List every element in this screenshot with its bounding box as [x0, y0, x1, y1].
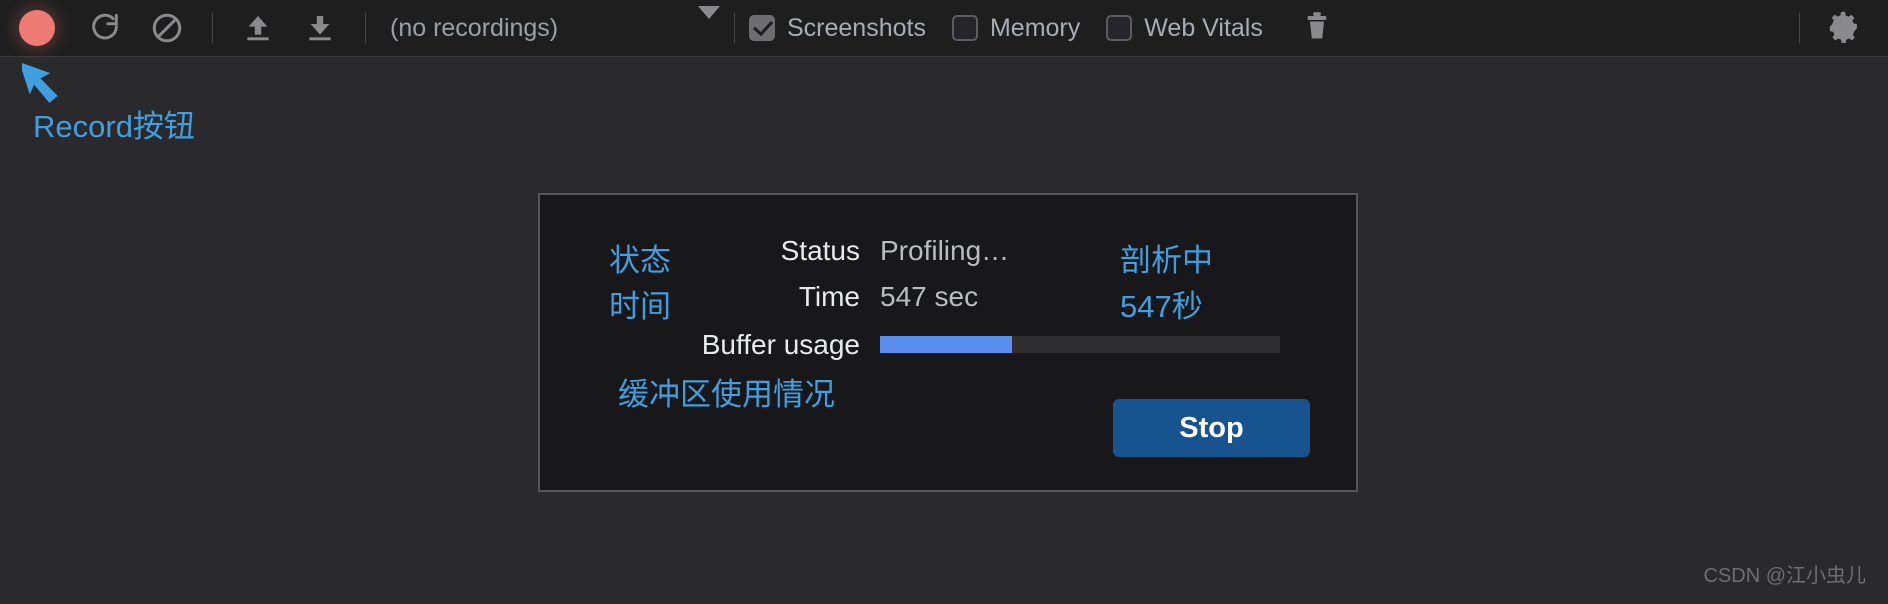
- recordings-selector[interactable]: (no recordings): [380, 6, 720, 43]
- trash-icon: [1304, 11, 1330, 46]
- download-arrow-icon: [304, 12, 336, 44]
- time-value-cn: 547秒: [1120, 289, 1203, 324]
- status-value: Profiling…: [880, 235, 1010, 266]
- web-vitals-label: Web Vitals: [1144, 13, 1263, 42]
- memory-checkbox[interactable]: [951, 15, 978, 41]
- performance-toolbar: (no recordings) Screenshots Memory Web V…: [0, 0, 1888, 57]
- record-button[interactable]: [0, 0, 74, 57]
- toolbar-separator-1: [212, 13, 213, 43]
- time-value: 547 sec: [880, 281, 979, 312]
- buffer-usage-progressbar: [880, 336, 1280, 353]
- checkbox-screenshots[interactable]: Screenshots: [749, 14, 926, 43]
- checkbox-web-vitals[interactable]: Web Vitals: [1106, 14, 1263, 43]
- save-profile-button[interactable]: [289, 0, 351, 57]
- stop-button[interactable]: Stop: [1113, 399, 1310, 457]
- checkbox-memory[interactable]: Memory: [951, 13, 1081, 43]
- time-label: Time: [798, 281, 860, 312]
- time-label-cn: 时间: [609, 289, 671, 324]
- recordings-label: (no recordings): [390, 13, 559, 42]
- clear-button[interactable]: [136, 0, 198, 57]
- status-label: Status: [780, 235, 860, 266]
- status-label-cn: 状态: [609, 243, 671, 278]
- web-vitals-checkbox[interactable]: [1106, 15, 1133, 41]
- record-annotation-label: Record按钮: [33, 109, 195, 144]
- screenshots-checkbox[interactable]: [749, 15, 775, 41]
- toolbar-separator-2: [365, 13, 366, 43]
- memory-label: Memory: [989, 13, 1081, 42]
- toolbar-separator-3: [734, 13, 735, 43]
- load-profile-button[interactable]: [227, 0, 289, 57]
- screenshots-label: Screenshots: [787, 13, 926, 42]
- buffer-usage-fill: [880, 336, 1012, 353]
- status-value-cn: 剖析中: [1120, 243, 1213, 278]
- chevron-down-icon[interactable]: [698, 6, 720, 37]
- delete-recording-button[interactable]: [1289, 0, 1345, 57]
- reload-and-record-button[interactable]: [74, 0, 136, 57]
- no-entry-icon: [150, 11, 184, 45]
- reload-icon: [88, 11, 122, 45]
- toolbar-separator-4: [1799, 13, 1800, 43]
- upload-arrow-icon: [242, 12, 274, 44]
- buffer-usage-label-cn: 缓冲区使用情况: [618, 377, 835, 412]
- record-dot-icon: [19, 10, 55, 46]
- settings-button[interactable]: [1814, 0, 1874, 57]
- record-annotation-arrow-icon: [19, 54, 70, 106]
- buffer-usage-label: Buffer usage: [701, 329, 860, 360]
- watermark: CSDN @江小虫儿: [1703, 565, 1866, 587]
- gear-icon: [1827, 9, 1861, 48]
- recording-status-dialog: 状态 Status Profiling… 剖析中 时间 Time 547 sec…: [538, 193, 1358, 492]
- buffer-usage-row: Buffer usage: [540, 329, 1356, 363]
